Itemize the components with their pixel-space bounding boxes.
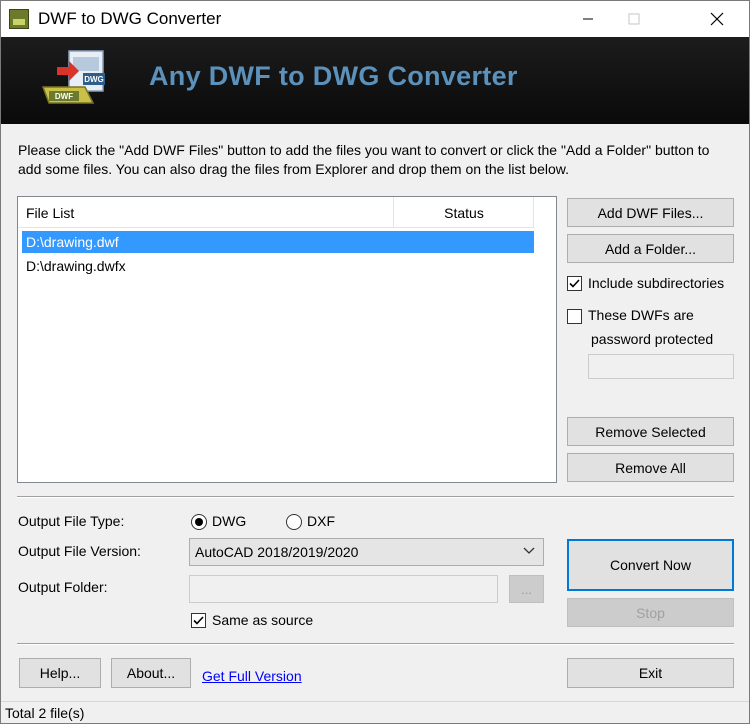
add-dwf-files-button[interactable]: Add DWF Files... [567,198,734,227]
output-file-version-label: Output File Version: [18,543,141,559]
banner-title: Any DWF to DWG Converter [149,61,518,91]
separator [17,643,734,645]
radio-dwg[interactable] [191,514,207,530]
title-bar: DWF to DWG Converter [1,1,749,37]
window-title: DWF to DWG Converter [38,9,222,28]
separator [17,496,734,498]
output-version-value: AutoCAD 2018/2019/2020 [195,544,359,560]
include-subdirectories-label[interactable]: Include subdirectories [588,275,724,291]
get-full-version-link[interactable]: Get Full Version [202,668,302,684]
file-name: D:\drawing.dwfx [26,258,126,274]
password-protected-label-line1[interactable]: These DWFs are [588,307,694,323]
exit-button[interactable]: Exit [567,658,734,688]
stop-button[interactable]: Stop [567,598,734,627]
instructions-text: Please click the "Add DWF Files" button … [18,142,710,177]
svg-text:DWG: DWG [84,75,104,84]
column-header-status[interactable]: Status [394,205,534,221]
file-list-row[interactable]: D:\drawing.dwfx [22,255,534,277]
about-button[interactable]: About... [111,658,191,688]
output-file-type-label: Output File Type: [18,513,125,529]
file-list-row[interactable]: D:\drawing.dwf [22,231,534,253]
add-folder-button[interactable]: Add a Folder... [567,234,734,263]
app-window: DWF to DWG Converter DWG DWF Any DWF to … [0,0,750,724]
minimize-icon[interactable] [565,1,611,37]
dwf-to-dwg-logo-icon: DWG DWF [39,47,113,113]
output-folder-input[interactable] [189,575,498,603]
close-icon[interactable] [694,1,740,37]
browse-folder-button[interactable]: ... [509,575,544,603]
column-divider[interactable] [533,197,534,227]
include-subdirectories-checkbox[interactable] [567,276,582,291]
status-bar: Total 2 file(s) [1,701,749,723]
column-header-file-list[interactable]: File List [26,205,74,221]
password-protected-label-line2[interactable]: password protected [591,331,713,347]
same-as-source-label[interactable]: Same as source [212,612,313,628]
app-icon [9,9,29,29]
header-banner: DWG DWF Any DWF to DWG Converter [1,37,749,124]
output-folder-label: Output Folder: [18,579,108,595]
checkmark-icon [193,616,204,625]
file-name: D:\drawing.dwf [26,234,119,250]
file-list[interactable]: File List Status D:\drawing.dwf D:\drawi… [17,196,557,483]
svg-text:DWF: DWF [55,92,73,101]
radio-dxf[interactable] [286,514,302,530]
remove-all-button[interactable]: Remove All [567,453,734,482]
password-protected-checkbox[interactable] [567,309,582,324]
password-input[interactable] [588,354,734,379]
same-as-source-checkbox[interactable] [191,613,206,628]
chevron-down-icon [523,544,535,559]
checkmark-icon [569,279,580,288]
maximize-icon [611,1,657,37]
radio-dxf-label[interactable]: DXF [307,513,335,529]
help-button[interactable]: Help... [19,658,101,688]
file-list-header: File List Status [18,197,534,228]
convert-now-button[interactable]: Convert Now [567,539,734,591]
output-version-select[interactable]: AutoCAD 2018/2019/2020 [189,538,544,566]
status-text: Total 2 file(s) [5,705,85,721]
remove-selected-button[interactable]: Remove Selected [567,417,734,446]
radio-dwg-label[interactable]: DWG [212,513,246,529]
